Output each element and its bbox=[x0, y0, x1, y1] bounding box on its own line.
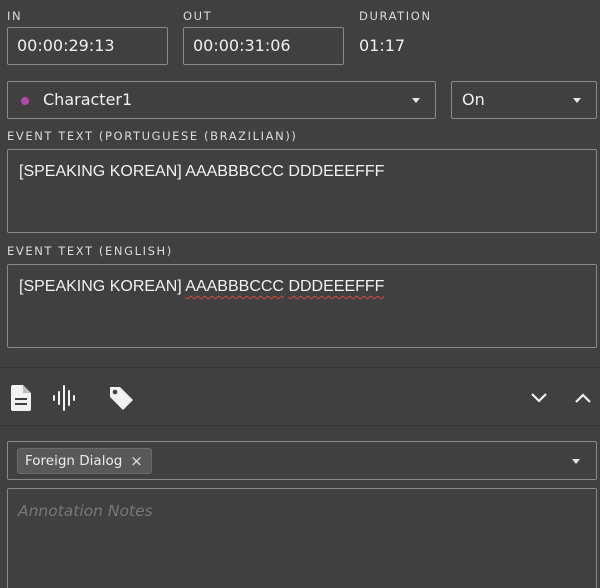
close-icon[interactable]: × bbox=[130, 453, 143, 469]
duration-value: 01:17 bbox=[359, 36, 406, 55]
chevron-up-icon[interactable] bbox=[572, 387, 594, 409]
out-timecode-field[interactable]: 00:00:31:06 bbox=[183, 27, 344, 65]
event-text-en-field[interactable]: [SPEAKING KOREAN] AAABBBCCC DDDEEEFFF bbox=[7, 264, 597, 348]
event-text-pt-value: [SPEAKING KOREAN] AAABBBCCC DDDEEEFFF bbox=[19, 163, 385, 180]
event-text-pt-field[interactable]: [SPEAKING KOREAN] AAABBBCCC DDDEEEFFF bbox=[7, 149, 597, 233]
misspelled-word: AAABBBCCC bbox=[185, 278, 284, 295]
chevron-down-icon bbox=[572, 459, 580, 464]
toggle-select[interactable]: On bbox=[451, 81, 597, 119]
event-editor-panel: IN 00:00:29:13 OUT 00:00:31:06 DURATION … bbox=[0, 0, 600, 588]
misspelled-word: DDDEEEFFF bbox=[288, 278, 385, 295]
chevron-down-icon bbox=[573, 98, 581, 103]
chevron-down-icon[interactable] bbox=[528, 387, 550, 409]
in-timecode-value: 00:00:29:13 bbox=[17, 36, 115, 55]
tag-chip-label: Foreign Dialog bbox=[25, 453, 123, 469]
event-text-en-value: [SPEAKING KOREAN] AAABBBCCC DDDEEEFFF bbox=[19, 276, 586, 298]
toggle-value: On bbox=[462, 90, 485, 109]
out-timecode-value: 00:00:31:06 bbox=[193, 36, 291, 55]
annotation-notes-placeholder: Annotation Notes bbox=[18, 502, 153, 520]
event-text-pt-label: EVENT TEXT (PORTUGUESE (BRAZILIAN)) bbox=[7, 129, 298, 143]
event-text-en-label: EVENT TEXT (ENGLISH) bbox=[7, 244, 173, 258]
document-icon[interactable] bbox=[8, 384, 34, 412]
tag-icon[interactable] bbox=[106, 383, 136, 413]
out-label: OUT bbox=[183, 9, 213, 23]
event-text-en-segment: [SPEAKING KOREAN] bbox=[19, 278, 186, 295]
character-color-dot bbox=[21, 97, 29, 105]
duration-label: DURATION bbox=[359, 9, 432, 23]
annotation-notes-field[interactable]: Annotation Notes bbox=[7, 488, 597, 588]
character-name: Character1 bbox=[43, 90, 133, 109]
in-timecode-field[interactable]: 00:00:29:13 bbox=[7, 27, 168, 65]
waveform-icon[interactable] bbox=[50, 384, 78, 412]
in-label: IN bbox=[7, 9, 23, 23]
divider bbox=[0, 425, 600, 426]
chevron-down-icon bbox=[412, 98, 420, 103]
character-select[interactable]: Character1 bbox=[7, 81, 436, 119]
divider bbox=[0, 367, 600, 368]
tag-chip-foreign-dialog: Foreign Dialog × bbox=[17, 448, 152, 474]
